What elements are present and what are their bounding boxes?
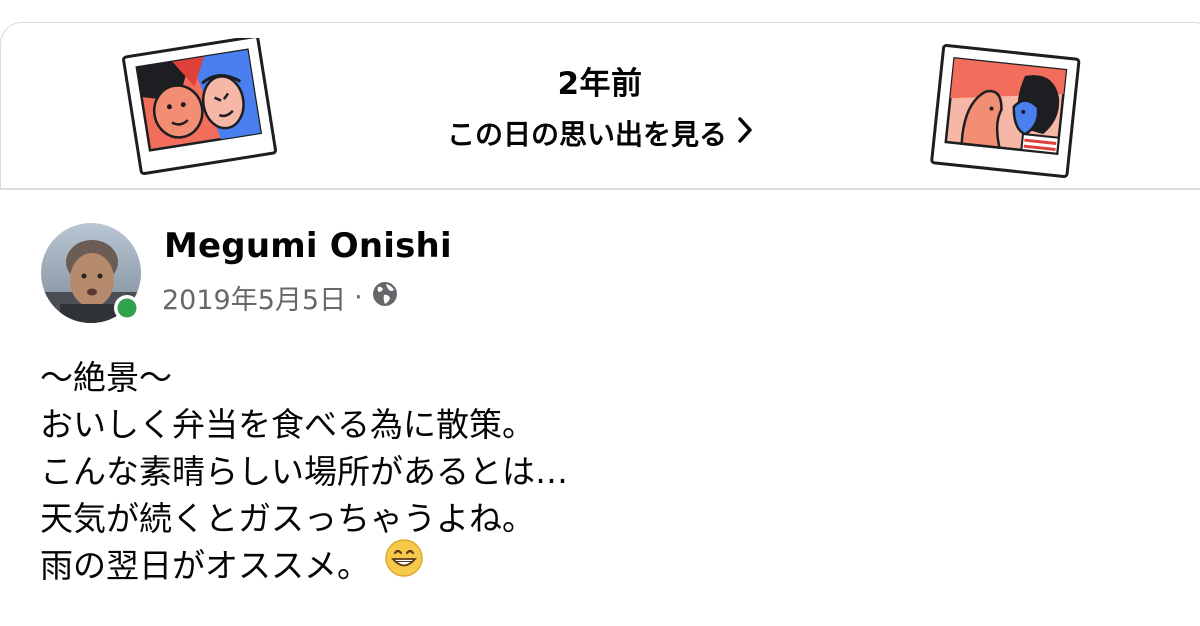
post-date[interactable]: 2019年5月5日 [162,278,346,317]
globe-icon[interactable] [371,280,399,315]
chevron-right-icon [737,116,753,151]
post-line: おいしく弁当を食べる為に散策。 [40,405,535,444]
memory-illustration-right [925,44,1085,188]
banner-divider [0,188,1200,190]
grinning-face-emoji [384,538,424,590]
post-line-text: 雨の翌日がオススメ。 [40,546,370,585]
online-status-dot [117,298,137,318]
post-line: ～絶景～ [40,358,172,397]
author-avatar[interactable] [40,222,142,324]
see-memories-label: この日の思い出を見る [446,118,727,151]
post-text: ～絶景～ おいしく弁当を食べる為に散策。 こんな素晴らしい場所があるとは… 天気… [40,354,568,590]
author-name[interactable]: Megumi Onishi [164,226,452,266]
post-line: 天気が続くとガスっちゃうよね。 [40,499,535,538]
facebook-memory-screenshot: 2年前 この日の思い出を見る Megumi Onishi 2019年5月5日 ·… [0,0,1200,626]
post-line-last: 雨の翌日がオススメ。 [40,538,568,590]
post-meta: 2019年5月5日 · [162,278,399,317]
post-line: こんな素晴らしい場所があるとは… [40,452,568,491]
meta-separator: · [354,282,363,313]
